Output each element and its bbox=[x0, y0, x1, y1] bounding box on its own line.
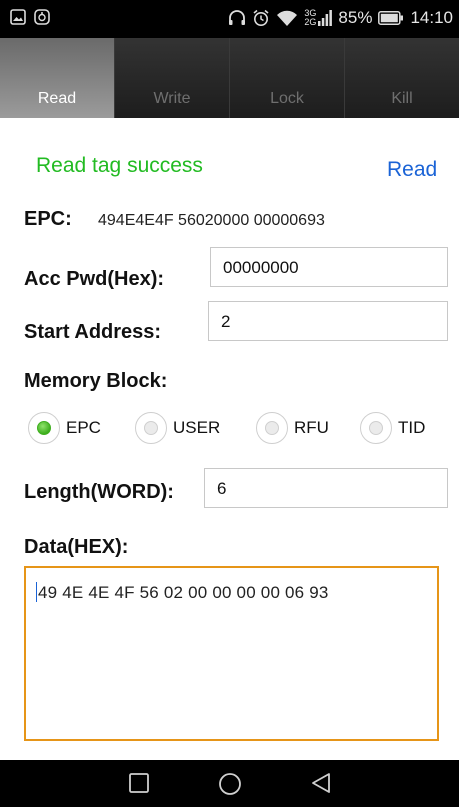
tab-lock[interactable]: Lock bbox=[229, 38, 344, 118]
radio-label: RFU bbox=[294, 418, 329, 437]
battery-icon bbox=[378, 11, 404, 25]
alarm-icon bbox=[252, 9, 270, 27]
tab-kill[interactable]: Kill bbox=[344, 38, 459, 118]
tab-read[interactable]: Read bbox=[0, 38, 114, 118]
acc-pwd-input[interactable]: 00000000 bbox=[210, 247, 448, 287]
gallery-icon bbox=[10, 9, 26, 25]
tab-label: Write bbox=[153, 90, 191, 107]
radio-button[interactable] bbox=[135, 412, 167, 444]
read-form: Read tag success Read EPC: 494E4E4F 5602… bbox=[0, 118, 459, 752]
epc-label: EPC: bbox=[24, 208, 72, 230]
app-notification-icon bbox=[34, 9, 50, 25]
radio-label: TID bbox=[398, 418, 426, 437]
tab-bar: Read Write Lock Kill bbox=[0, 38, 459, 118]
tab-label: Lock bbox=[270, 90, 304, 107]
tab-label: Kill bbox=[391, 90, 413, 107]
headphones-icon bbox=[228, 10, 246, 26]
navigation-bar bbox=[0, 760, 459, 807]
data-hex-value: 49 4E 4E 4F 56 02 00 00 00 00 06 93 bbox=[38, 583, 329, 602]
radio-label: EPC bbox=[66, 418, 101, 437]
battery-percent: 85% bbox=[338, 8, 373, 27]
length-label: Length(WORD): bbox=[24, 481, 174, 503]
back-icon[interactable] bbox=[310, 772, 332, 799]
data-label: Data(HEX): bbox=[24, 536, 129, 558]
data-hex-textarea[interactable]: 49 4E 4E 4F 56 02 00 00 00 00 06 93 bbox=[24, 566, 439, 741]
start-address-input[interactable]: 2 bbox=[208, 301, 448, 341]
memory-block-radio-group: EPC USER RFU TID bbox=[28, 412, 448, 446]
status-bar: 3G 2G 85% 14:10 bbox=[0, 0, 459, 38]
radio-button[interactable] bbox=[360, 412, 392, 444]
epc-value: 494E4E4F 56020000 00000693 bbox=[98, 212, 325, 229]
wifi-icon bbox=[276, 10, 298, 27]
start-address-label: Start Address: bbox=[24, 321, 162, 343]
clock: 14:10 bbox=[410, 8, 453, 27]
text-cursor bbox=[36, 582, 37, 602]
recent-apps-icon[interactable] bbox=[128, 772, 150, 799]
radio-button-selected[interactable] bbox=[28, 412, 60, 444]
acc-pwd-label: Acc Pwd(Hex): bbox=[24, 268, 165, 290]
tab-label: Read bbox=[37, 90, 77, 107]
radio-epc[interactable]: EPC bbox=[28, 412, 101, 444]
read-button[interactable]: Read bbox=[387, 158, 437, 182]
radio-label: USER bbox=[173, 418, 221, 437]
memory-block-label: Memory Block: bbox=[24, 370, 168, 392]
tab-write[interactable]: Write bbox=[114, 38, 229, 118]
network-type-label-2: 2G bbox=[304, 17, 317, 27]
signal-icon: 3G 2G bbox=[304, 9, 333, 27]
radio-tid[interactable]: TID bbox=[360, 412, 425, 444]
length-input[interactable]: 6 bbox=[204, 468, 448, 508]
radio-user[interactable]: USER bbox=[135, 412, 220, 444]
radio-button[interactable] bbox=[256, 412, 288, 444]
radio-rfu[interactable]: RFU bbox=[256, 412, 329, 444]
status-message: Read tag success bbox=[36, 154, 203, 177]
home-icon[interactable] bbox=[218, 772, 242, 801]
